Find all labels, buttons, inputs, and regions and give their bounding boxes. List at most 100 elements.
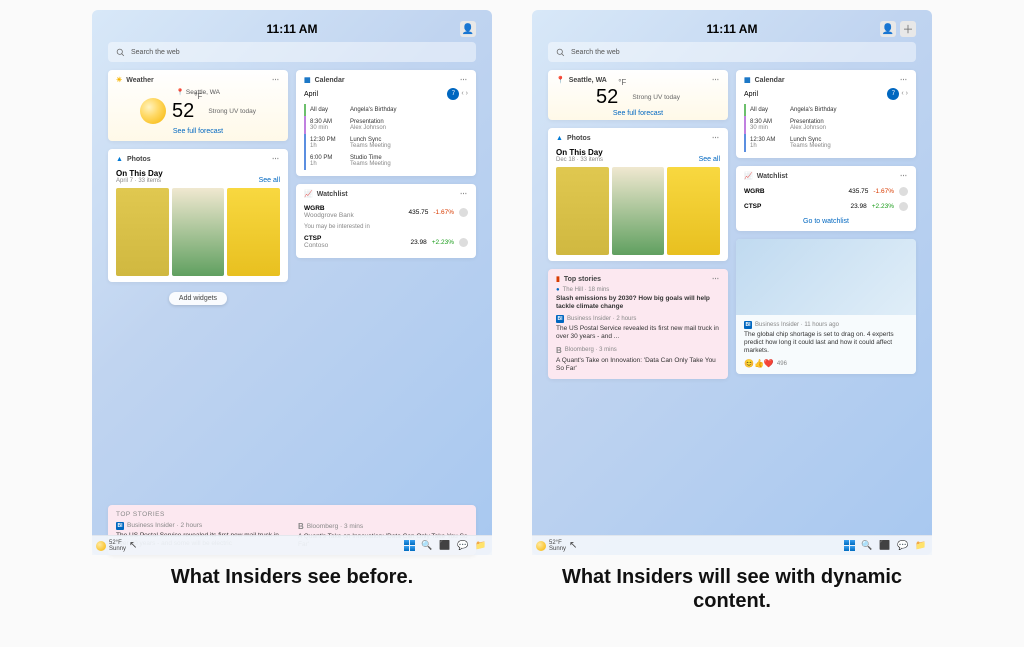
news-item[interactable]: BIBusiness Insider · 2 hoursThe US Posta… bbox=[556, 315, 720, 341]
more-icon[interactable]: ⋯ bbox=[272, 76, 280, 84]
avatar[interactable]: 👤 bbox=[880, 21, 896, 37]
prev-icon[interactable]: ‹ bbox=[901, 90, 903, 97]
explorer-icon[interactable]: 📁 bbox=[914, 539, 928, 553]
more-icon[interactable]: ⋯ bbox=[272, 155, 280, 163]
search-icon[interactable]: 🔍 bbox=[420, 539, 434, 553]
forecast-link[interactable]: See full forecast bbox=[116, 128, 280, 135]
next-icon[interactable]: › bbox=[466, 90, 468, 97]
caption-left: What Insiders see before. bbox=[171, 565, 413, 589]
more-icon[interactable]: ⋯ bbox=[712, 76, 720, 84]
start-icon[interactable] bbox=[402, 539, 416, 553]
photos-heading: On This Day bbox=[116, 169, 163, 178]
photos-card[interactable]: ▲Photos⋯ On This Day Dec 18 · 33 items S… bbox=[548, 128, 728, 261]
calendar-event[interactable]: All dayAngela's Birthday bbox=[304, 104, 468, 116]
taskbar: 52°FSunny↖ 🔍 ⬛ 💬 📁 bbox=[532, 535, 932, 555]
story-source: Business Insider · 11 hours ago bbox=[755, 322, 839, 328]
weather-city: Seattle, WA bbox=[569, 77, 607, 84]
prev-icon[interactable]: ‹ bbox=[461, 90, 463, 97]
watchlist-title: Watchlist bbox=[317, 191, 348, 198]
start-icon[interactable] bbox=[842, 539, 856, 553]
widgets-panel-after: 11:11 AM ＋ 👤 Search the web 📍 Seattle, W… bbox=[532, 10, 932, 555]
search-input[interactable]: Search the web bbox=[108, 42, 476, 62]
photo-thumb[interactable] bbox=[172, 188, 225, 276]
cursor-icon: ↖ bbox=[129, 540, 137, 551]
calendar-month: April bbox=[744, 91, 758, 98]
more-icon[interactable]: ⋯ bbox=[712, 275, 720, 283]
next-icon[interactable]: › bbox=[906, 90, 908, 97]
watchlist-link[interactable]: Go to watchlist bbox=[744, 218, 908, 225]
chat-icon[interactable]: 💬 bbox=[456, 539, 470, 553]
story-title: The global chip shortage is set to drag … bbox=[744, 331, 908, 355]
calendar-event[interactable]: 8:30 AM30 minPresentationAlex Johnson bbox=[744, 116, 908, 134]
watchlist-card[interactable]: 📈Watchlist⋯ WGRBWoodgrove Bank435.75-1.6… bbox=[296, 184, 476, 258]
top-stories-card[interactable]: ▮Top stories⋯ ●The Hill · 18 minsSlash e… bbox=[548, 269, 728, 379]
watchlist-row[interactable]: WGRBWoodgrove Bank435.75-1.67% bbox=[304, 202, 468, 222]
task-view-icon[interactable]: ⬛ bbox=[438, 539, 452, 553]
taskbar: 52°FSunny↖ 🔍 ⬛ 💬 📁 bbox=[92, 535, 492, 555]
more-icon[interactable]: ⋯ bbox=[712, 134, 720, 142]
calendar-event[interactable]: 8:30 AM30 minPresentationAlex Johnson bbox=[304, 116, 468, 134]
photo-thumb[interactable] bbox=[612, 167, 665, 255]
calendar-card[interactable]: ▦Calendar⋯ April7 ‹ › All dayAngela's Bi… bbox=[736, 70, 916, 158]
search-input[interactable]: Search the web bbox=[548, 42, 916, 62]
explorer-icon[interactable]: 📁 bbox=[474, 539, 488, 553]
watchlist-note: You may be interested in bbox=[304, 224, 468, 230]
search-icon[interactable]: 🔍 bbox=[860, 539, 874, 553]
cursor-icon: ↖ bbox=[569, 540, 577, 551]
weather-desc: Strong UV today bbox=[208, 108, 256, 115]
photos-meta: April 7 · 33 items bbox=[116, 178, 163, 184]
search-placeholder: Search the web bbox=[131, 49, 180, 56]
photos-meta: Dec 18 · 33 items bbox=[556, 157, 603, 163]
calendar-event[interactable]: 12:30 PM1hLunch SyncTeams Meeting bbox=[304, 134, 468, 152]
news-item[interactable]: BBloomberg · 3 minsA Quant's Take on Inn… bbox=[556, 346, 720, 373]
reactions[interactable]: 😊👍❤️496 bbox=[744, 359, 908, 368]
more-icon[interactable]: ⋯ bbox=[900, 172, 908, 180]
calendar-event[interactable]: All dayAngela's Birthday bbox=[744, 104, 908, 116]
photos-title: Photos bbox=[567, 135, 591, 142]
search-icon bbox=[116, 48, 125, 57]
story-image bbox=[736, 239, 916, 315]
featured-story-card[interactable]: BIBusiness Insider · 11 hours ago The gl… bbox=[736, 239, 916, 374]
photo-thumb[interactable] bbox=[227, 188, 280, 276]
photo-thumb[interactable] bbox=[116, 188, 169, 276]
photo-thumb[interactable] bbox=[667, 167, 720, 255]
watchlist-row[interactable]: WGRB435.75-1.67% bbox=[744, 184, 908, 199]
forecast-link[interactable]: See full forecast bbox=[556, 110, 720, 117]
calendar-month: April bbox=[304, 91, 318, 98]
top-stories-header: TOP STORIES bbox=[116, 511, 468, 518]
search-placeholder: Search the web bbox=[571, 49, 620, 56]
more-icon[interactable]: ⋯ bbox=[460, 76, 468, 84]
see-all-link[interactable]: See all bbox=[259, 177, 280, 184]
calendar-day[interactable]: 7 bbox=[447, 88, 459, 100]
watchlist-row[interactable]: CTSP23.98+2.23% bbox=[744, 199, 908, 214]
calendar-title: Calendar bbox=[315, 77, 345, 84]
weather-temp: 52 bbox=[596, 86, 618, 108]
calendar-card[interactable]: ▦Calendar⋯ April7 ‹ › All dayAngela's Bi… bbox=[296, 70, 476, 176]
add-widgets-button[interactable]: Add widgets bbox=[169, 292, 227, 305]
news-item[interactable]: ●The Hill · 18 minsSlash emissions by 20… bbox=[556, 287, 720, 311]
more-icon[interactable]: ⋯ bbox=[460, 190, 468, 198]
avatar[interactable]: 👤 bbox=[460, 21, 476, 37]
chart-icon bbox=[899, 202, 908, 211]
photos-card[interactable]: ▲Photos⋯ On This Day April 7 · 33 items … bbox=[108, 149, 288, 282]
calendar-event[interactable]: 6:00 PM1hStudio TimeTeams Meeting bbox=[304, 152, 468, 170]
calendar-event[interactable]: 12:30 AM1hLunch SyncTeams Meeting bbox=[744, 134, 908, 152]
weather-card[interactable]: 📍 Seattle, WA⋯ 52°F Strong UV today See … bbox=[548, 70, 728, 120]
photos-title: Photos bbox=[127, 156, 151, 163]
caption-right: What Insiders will see with dynamic cont… bbox=[532, 565, 932, 613]
watchlist-row[interactable]: CTSPContoso23.98+2.23% bbox=[304, 232, 468, 252]
more-icon[interactable]: ⋯ bbox=[900, 76, 908, 84]
photo-thumb[interactable] bbox=[556, 167, 609, 255]
chart-icon bbox=[459, 208, 468, 217]
see-all-link[interactable]: See all bbox=[699, 156, 720, 163]
photos-heading: On This Day bbox=[556, 148, 603, 157]
watchlist-title: Watchlist bbox=[757, 173, 788, 180]
chat-icon[interactable]: 💬 bbox=[896, 539, 910, 553]
calendar-title: Calendar bbox=[755, 77, 785, 84]
weather-icon bbox=[536, 541, 546, 551]
watchlist-card[interactable]: 📈Watchlist⋯ WGRB435.75-1.67% CTSP23.98+2… bbox=[736, 166, 916, 231]
calendar-day[interactable]: 7 bbox=[887, 88, 899, 100]
task-view-icon[interactable]: ⬛ bbox=[878, 539, 892, 553]
weather-card[interactable]: ☀Weather⋯ 📍 Seattle, WA 52°F Strong UV t… bbox=[108, 70, 288, 141]
add-button[interactable]: ＋ bbox=[900, 21, 916, 37]
